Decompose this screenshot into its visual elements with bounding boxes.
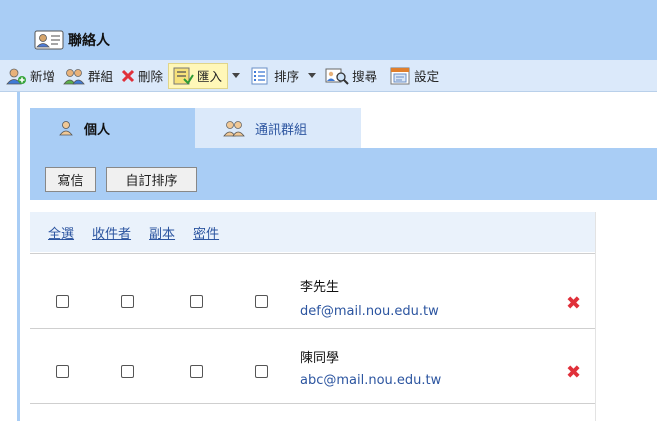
person-icon — [58, 119, 74, 137]
add-person-icon — [5, 67, 27, 85]
to-checkbox[interactable] — [121, 365, 134, 378]
cc-column-link[interactable]: 副本 — [149, 223, 175, 242]
sort-label: 排序 — [274, 69, 300, 84]
cc-checkbox[interactable] — [190, 365, 203, 378]
settings-button[interactable]: 設定 — [386, 63, 444, 89]
contact-email[interactable]: abc@mail.nou.edu.tw — [300, 373, 441, 388]
title-bar: 聯絡人 — [0, 0, 657, 60]
window-title-text: 聯絡人 — [68, 33, 110, 49]
import-label: 匯入 — [197, 69, 223, 84]
group-label: 群組 — [88, 69, 114, 84]
group-icon — [223, 119, 245, 137]
contact-email[interactable]: def@mail.nou.edu.tw — [300, 304, 439, 319]
custom-sort-button[interactable]: 自訂排序 — [106, 167, 197, 192]
cc-checkbox[interactable] — [190, 295, 203, 308]
window-title: 聯絡人 — [34, 30, 110, 50]
import-button[interactable]: 匯入 — [168, 62, 229, 89]
group-button[interactable]: 群組 — [60, 63, 118, 89]
bcc-column-link[interactable]: 密件 — [193, 223, 219, 242]
search-label: 搜尋 — [352, 69, 378, 84]
list-right-border — [595, 212, 596, 421]
row-divider — [30, 403, 595, 404]
to-checkbox[interactable] — [121, 295, 134, 308]
bcc-checkbox[interactable] — [255, 295, 268, 308]
list-icon — [249, 67, 271, 85]
group-icon — [63, 67, 85, 85]
bcc-checkbox[interactable] — [255, 365, 268, 378]
sort-button[interactable]: 排序 — [246, 63, 304, 89]
contact-name: 李先生 — [300, 280, 340, 295]
contact-row: 陳同學 abc@mail.nou.edu.tw ✖ — [30, 328, 595, 403]
search-icon — [325, 67, 349, 85]
delete-contact-icon[interactable]: ✖ — [566, 293, 581, 314]
delete-x-icon — [121, 67, 135, 85]
select-checkbox[interactable] — [56, 295, 69, 308]
select-all-link[interactable]: 全選 — [48, 223, 74, 242]
tab-personal-label: 個人 — [84, 122, 111, 138]
sort-dropdown-caret-icon[interactable] — [308, 73, 317, 78]
tab-personal[interactable]: 個人 — [30, 108, 195, 148]
contact-card-icon — [34, 30, 64, 50]
import-icon — [172, 67, 194, 85]
settings-icon — [389, 67, 411, 85]
add-contact-button[interactable]: 新增 — [2, 63, 60, 89]
left-border — [17, 92, 20, 421]
to-column-link[interactable]: 收件者 — [92, 223, 131, 242]
toolbar: 新增 群組 刪除 匯入 排序 搜尋 設定 — [0, 60, 657, 92]
column-header-row: 全選 收件者 副本 密件 — [30, 212, 595, 252]
delete-contact-icon[interactable]: ✖ — [566, 362, 581, 383]
contact-row: 李先生 def@mail.nou.edu.tw ✖ — [30, 253, 595, 328]
tab-groups-label: 通訊群組 — [255, 122, 308, 138]
search-button[interactable]: 搜尋 — [322, 63, 382, 89]
tab-bar: 個人 通訊群組 — [30, 108, 361, 148]
select-checkbox[interactable] — [56, 365, 69, 378]
import-dropdown-caret-icon[interactable] — [232, 73, 241, 78]
contact-name: 陳同學 — [300, 351, 340, 366]
delete-button[interactable]: 刪除 — [118, 63, 168, 89]
delete-label: 刪除 — [138, 69, 164, 84]
write-mail-button[interactable]: 寫信 — [45, 167, 96, 192]
add-contact-label: 新增 — [30, 69, 56, 84]
tab-groups[interactable]: 通訊群組 — [195, 108, 361, 148]
settings-label: 設定 — [414, 69, 440, 84]
